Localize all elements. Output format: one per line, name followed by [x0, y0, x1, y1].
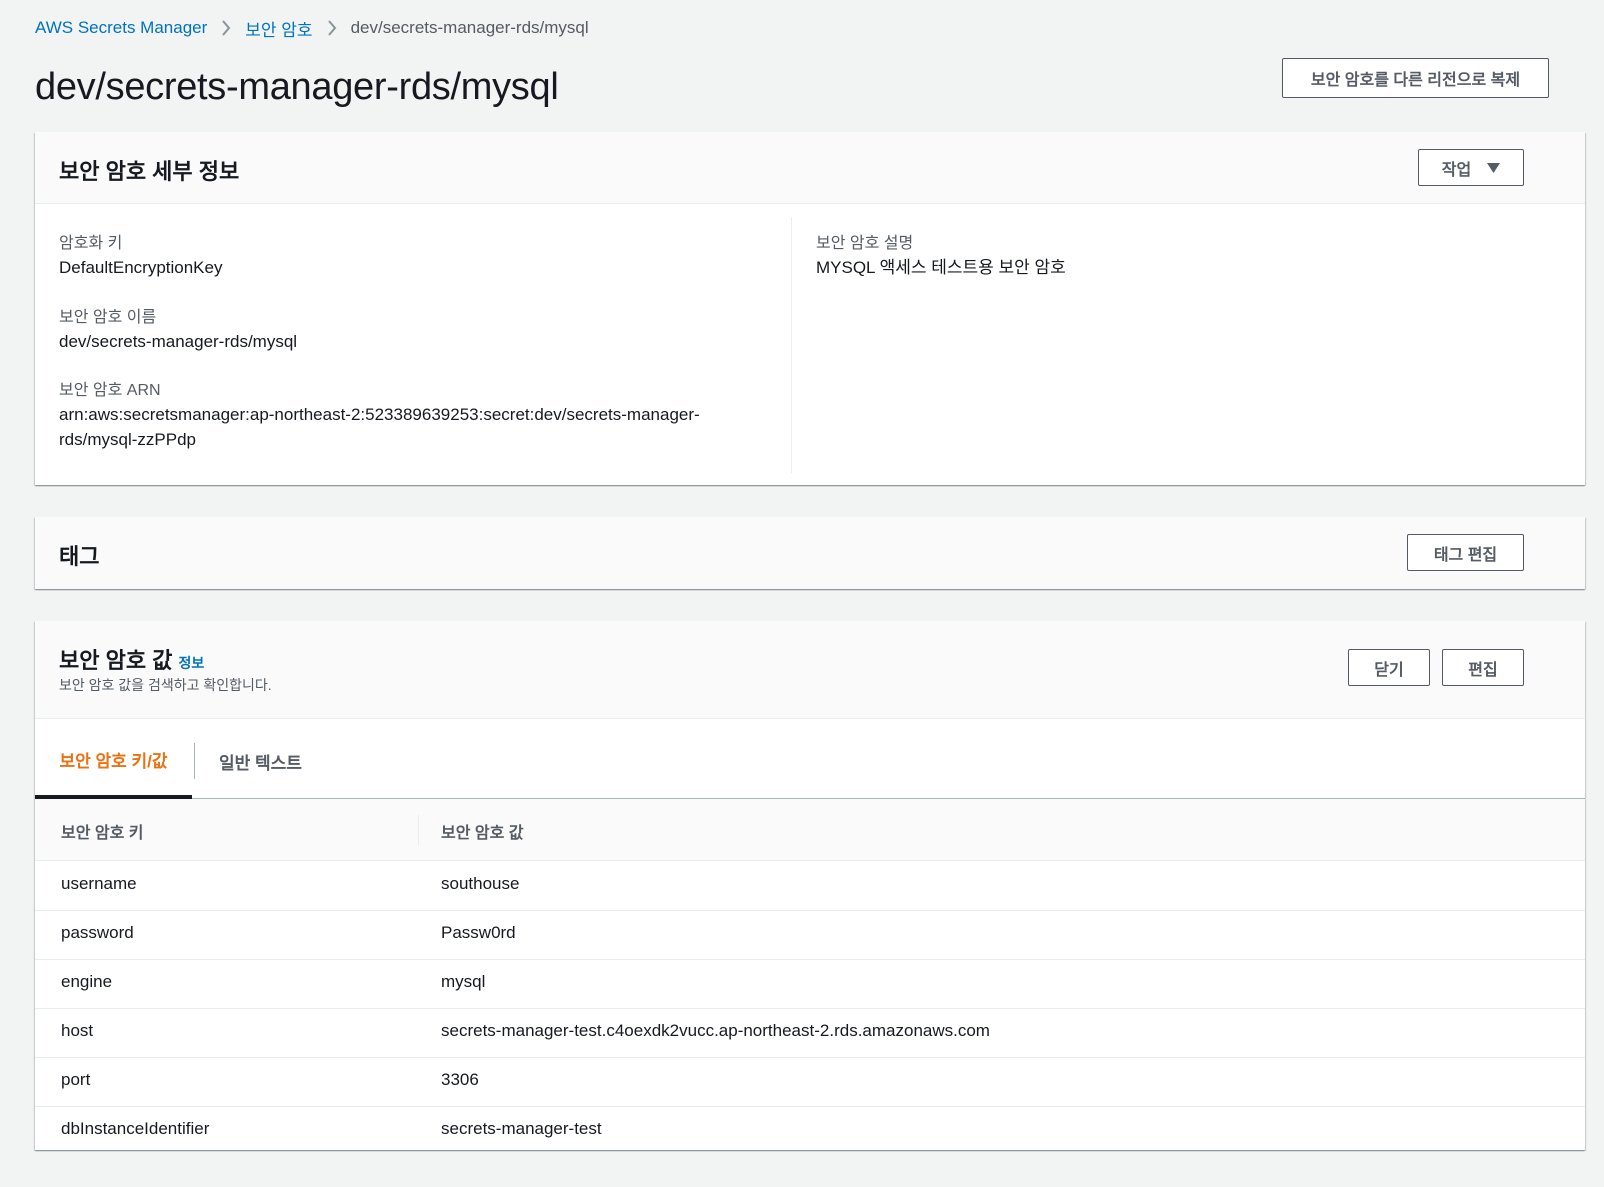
secret-details-panel: 보안 암호 세부 정보 작업 암호화 키 DefaultEncryptionKe…	[35, 132, 1585, 485]
field-value: MYSQL 액세스 테스트용 보안 암호	[816, 258, 1066, 277]
info-link[interactable]: 정보	[178, 653, 204, 673]
tab-plaintext[interactable]: 일반 텍스트	[219, 723, 302, 799]
column-divider	[791, 217, 792, 473]
caret-down-icon	[1487, 162, 1501, 173]
secret-name-field: 보안 암호 이름 dev/secrets-manager-rds/mysql	[59, 303, 297, 354]
panel-subtitle: 보안 암호 값을 검색하고 확인합니다.	[59, 677, 272, 693]
row-key: host	[61, 1021, 94, 1040]
row-value: secrets-manager-test	[441, 1119, 602, 1138]
breadcrumb: AWS Secrets Manager 보안 암호 dev/secrets-ma…	[35, 16, 589, 40]
panel-title: 보안 암호 세부 정보	[59, 159, 240, 184]
field-label: 보안 암호 ARN	[59, 382, 161, 399]
row-key: password	[61, 923, 134, 942]
table-row: username southouse	[35, 861, 1585, 911]
table-row: port 3306	[35, 1057, 1585, 1107]
field-label: 암호화 키	[59, 235, 123, 252]
edit-secret-button[interactable]: 편집	[1442, 649, 1524, 686]
field-value: dev/secrets-manager-rds/mysql	[59, 332, 298, 351]
actions-button-label: 작업	[1441, 161, 1472, 179]
secret-arn-field: 보안 암호 ARN arn:aws:secretsmanager:ap-nort…	[59, 376, 700, 452]
close-button[interactable]: 닫기	[1348, 649, 1430, 686]
secret-value-tabs: 보안 암호 키/값 일반 텍스트	[35, 723, 1585, 799]
panel-header: 보안 암호 세부 정보 작업	[35, 132, 1585, 204]
table-row: engine mysql	[35, 959, 1585, 1009]
breadcrumb-link-secrets[interactable]: 보안 암호	[245, 16, 312, 41]
encryption-key-field: 암호화 키 DefaultEncryptionKey	[59, 229, 222, 280]
field-label: 보안 암호 이름	[59, 309, 157, 326]
row-key: port	[61, 1070, 91, 1089]
column-divider	[418, 815, 419, 845]
tab-divider	[194, 743, 195, 779]
edit-tags-button[interactable]: 태그 편집	[1407, 534, 1524, 571]
tags-panel: 태그 태그 편집	[35, 517, 1585, 589]
table-row: password Passw0rd	[35, 910, 1585, 960]
field-value-line1: arn:aws:secretsmanager:ap-northeast-2:52…	[59, 405, 700, 424]
row-value: southouse	[441, 874, 520, 893]
breadcrumb-current: dev/secrets-manager-rds/mysql	[350, 18, 589, 37]
field-value: DefaultEncryptionKey	[59, 258, 223, 277]
secret-value-panel: 보안 암호 값 정보 보안 암호 값을 검색하고 확인합니다. 닫기 편집 보안…	[35, 621, 1585, 1150]
row-value: mysql	[441, 972, 486, 991]
tab-key-value[interactable]: 보안 암호 키/값	[35, 723, 192, 799]
row-key: username	[61, 874, 137, 893]
row-key: dbInstanceIdentifier	[61, 1119, 210, 1138]
table-row: host secrets-manager-test.c4oexdk2vucc.a…	[35, 1008, 1585, 1058]
row-value: secrets-manager-test.c4oexdk2vucc.ap-nor…	[441, 1021, 990, 1040]
column-header-key: 보안 암호 키	[61, 825, 144, 842]
panel-title: 태그	[59, 544, 100, 569]
panel-header: 태그 태그 편집	[35, 517, 1585, 589]
row-key: engine	[61, 972, 113, 991]
page-title: dev/secrets-manager-rds/mysql	[35, 66, 559, 108]
row-value: 3306	[441, 1070, 479, 1089]
actions-dropdown-button[interactable]: 작업	[1418, 149, 1524, 186]
chevron-right-icon	[221, 20, 231, 36]
field-label: 보안 암호 설명	[816, 235, 914, 252]
chevron-right-icon	[327, 20, 337, 36]
panel-header: 보안 암호 값 정보 보안 암호 값을 검색하고 확인합니다. 닫기 편집	[35, 621, 1585, 719]
secret-description-field: 보안 암호 설명 MYSQL 액세스 테스트용 보안 암호	[816, 229, 1066, 280]
column-header-value: 보안 암호 값	[441, 825, 524, 842]
table-header: 보안 암호 키 보안 암호 값	[35, 799, 1585, 861]
row-value: Passw0rd	[441, 923, 516, 942]
table-row: dbInstanceIdentifier secrets-manager-tes…	[35, 1106, 1585, 1156]
replicate-secret-button[interactable]: 보안 암호를 다른 리전으로 복제	[1282, 58, 1549, 98]
breadcrumb-link-secrets-manager[interactable]: AWS Secrets Manager	[35, 18, 207, 38]
panel-title: 보안 암호 값	[59, 648, 173, 673]
field-value-line2: rds/mysql-zzPPdp	[59, 430, 196, 449]
